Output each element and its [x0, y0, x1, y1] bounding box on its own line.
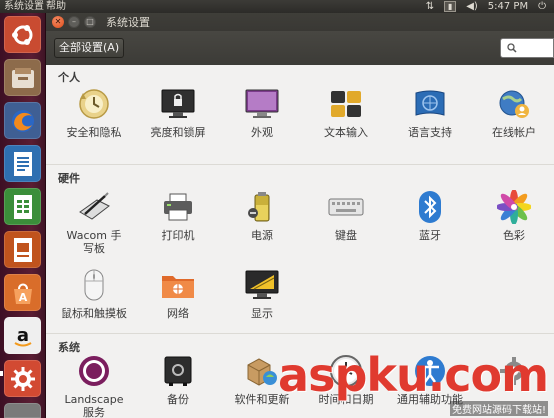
- libreoffice-impress-icon[interactable]: [4, 231, 41, 268]
- item-color[interactable]: 色彩: [479, 189, 549, 242]
- watermark-subtitle: 免费网站源码下载站!: [449, 401, 548, 416]
- language-support-icon: [412, 86, 448, 122]
- item-backups[interactable]: 备份: [143, 353, 213, 406]
- item-label: 蓝牙: [419, 229, 441, 242]
- backup-safe-icon: [160, 353, 196, 389]
- search-icon: [507, 43, 517, 53]
- toolbar: 全部设置(A): [46, 31, 554, 65]
- item-language-support[interactable]: 语言支持: [395, 86, 465, 139]
- svg-text:a: a: [16, 325, 28, 346]
- item-appearance[interactable]: 外观: [227, 86, 297, 139]
- input-method-icon[interactable]: ▮: [444, 1, 457, 12]
- firefox-icon[interactable]: [4, 102, 41, 139]
- item-label: 备份: [167, 393, 189, 406]
- item-label: 安全和隐私: [66, 126, 122, 139]
- item-label: 文本输入: [324, 126, 368, 139]
- item-label: 色彩: [503, 229, 525, 242]
- minimize-icon[interactable]: –: [68, 16, 80, 28]
- software-center-icon[interactable]: A: [4, 274, 41, 311]
- power-battery-icon: [244, 189, 280, 225]
- ubuntu-dash-icon[interactable]: [4, 16, 41, 53]
- volume-icon[interactable]: ◀): [466, 1, 478, 12]
- menu-help[interactable]: 帮助: [46, 0, 66, 13]
- keyboard-icon: [328, 189, 364, 225]
- settings-window: ✕ – □ 系统设置 全部设置(A) 个人 安全和隐私 亮度和锁屏 外观 文本输…: [46, 13, 554, 418]
- menu-system-settings[interactable]: 系统设置: [4, 0, 44, 13]
- bluetooth-icon: [412, 189, 448, 225]
- search-input[interactable]: [500, 38, 554, 58]
- top-panel: 系统设置 帮助 ⇅ ▮ ◀) 5:47 PM ⏻: [0, 0, 554, 13]
- item-label: Wacom 手写板: [66, 229, 122, 255]
- watermark-logo: aspku.com: [278, 348, 549, 402]
- system-settings-icon[interactable]: [4, 360, 41, 397]
- window-title: 系统设置: [106, 16, 150, 29]
- indicator-area: ⇅ ▮ ◀) 5:47 PM ⏻: [426, 0, 554, 13]
- item-label: 在线帐户: [492, 126, 536, 139]
- software-updates-icon: [244, 353, 280, 389]
- item-label: 外观: [251, 126, 273, 139]
- power-icon[interactable]: ⏻: [538, 1, 546, 12]
- item-power[interactable]: 电源: [227, 189, 297, 242]
- item-displays[interactable]: 显示: [227, 267, 297, 320]
- item-printers[interactable]: 打印机: [143, 189, 213, 242]
- item-network[interactable]: 网络: [143, 267, 213, 320]
- item-security-privacy[interactable]: 安全和隐私: [59, 86, 129, 139]
- printer-icon: [160, 189, 196, 225]
- item-label: 打印机: [161, 229, 195, 242]
- item-brightness-lock[interactable]: 亮度和锁屏: [143, 86, 213, 139]
- libreoffice-writer-icon[interactable]: [4, 145, 41, 182]
- color-icon: [496, 189, 532, 225]
- keyboard-transfer-icon[interactable]: ⇅: [426, 1, 434, 12]
- all-settings-button[interactable]: 全部设置(A): [54, 38, 125, 58]
- amazon-icon[interactable]: a: [4, 317, 41, 354]
- mouse-icon: [76, 267, 112, 303]
- running-indicator: [0, 371, 3, 376]
- libreoffice-calc-icon[interactable]: [4, 188, 41, 225]
- section-hardware: 硬件 Wacom 手写板 打印机 电源 键盘 蓝牙 色彩 鼠标和触摸板 网络 显…: [46, 165, 554, 335]
- item-keyboard[interactable]: 键盘: [311, 189, 381, 242]
- item-wacom-tablet[interactable]: Wacom 手写板: [59, 189, 129, 255]
- section-title-personal: 个人: [58, 71, 80, 84]
- section-personal: 个人 安全和隐私 亮度和锁屏 外观 文本输入 语言支持 在线帐户: [46, 65, 554, 165]
- item-label: 语言支持: [408, 126, 452, 139]
- svg-text:A: A: [18, 291, 27, 304]
- item-text-entry[interactable]: 文本输入: [311, 86, 381, 139]
- maximize-icon[interactable]: □: [84, 16, 96, 28]
- text-entry-icon: [328, 86, 364, 122]
- section-title-hardware: 硬件: [58, 172, 80, 185]
- brightness-lock-icon: [160, 86, 196, 122]
- item-label: 鼠标和触摸板: [61, 307, 127, 320]
- item-mouse-touchpad[interactable]: 鼠标和触摸板: [59, 267, 129, 320]
- files-icon[interactable]: [4, 59, 41, 96]
- item-landscape-service[interactable]: Landscape 服务: [59, 353, 129, 418]
- unknown-app-icon[interactable]: [4, 403, 41, 418]
- item-label: 网络: [167, 307, 189, 320]
- app-menu: 系统设置 帮助: [4, 0, 66, 13]
- appearance-icon: [244, 86, 280, 122]
- security-privacy-icon: [76, 86, 112, 122]
- display-icon: [244, 267, 280, 303]
- item-label: Landscape 服务: [64, 393, 124, 418]
- item-label: 显示: [251, 307, 273, 320]
- close-icon[interactable]: ✕: [52, 16, 64, 28]
- launcher: A a: [0, 13, 46, 418]
- item-online-accounts[interactable]: 在线帐户: [479, 86, 549, 139]
- network-icon: [160, 267, 196, 303]
- clock[interactable]: 5:47 PM: [488, 1, 528, 12]
- section-divider: [46, 333, 554, 334]
- online-accounts-icon: [496, 86, 532, 122]
- item-bluetooth[interactable]: 蓝牙: [395, 189, 465, 242]
- landscape-icon: [76, 353, 112, 389]
- item-label: 电源: [251, 229, 273, 242]
- item-label: 键盘: [335, 229, 357, 242]
- wacom-tablet-icon: [76, 189, 112, 225]
- item-label: 亮度和锁屏: [150, 126, 206, 139]
- title-bar: ✕ – □ 系统设置: [46, 13, 554, 31]
